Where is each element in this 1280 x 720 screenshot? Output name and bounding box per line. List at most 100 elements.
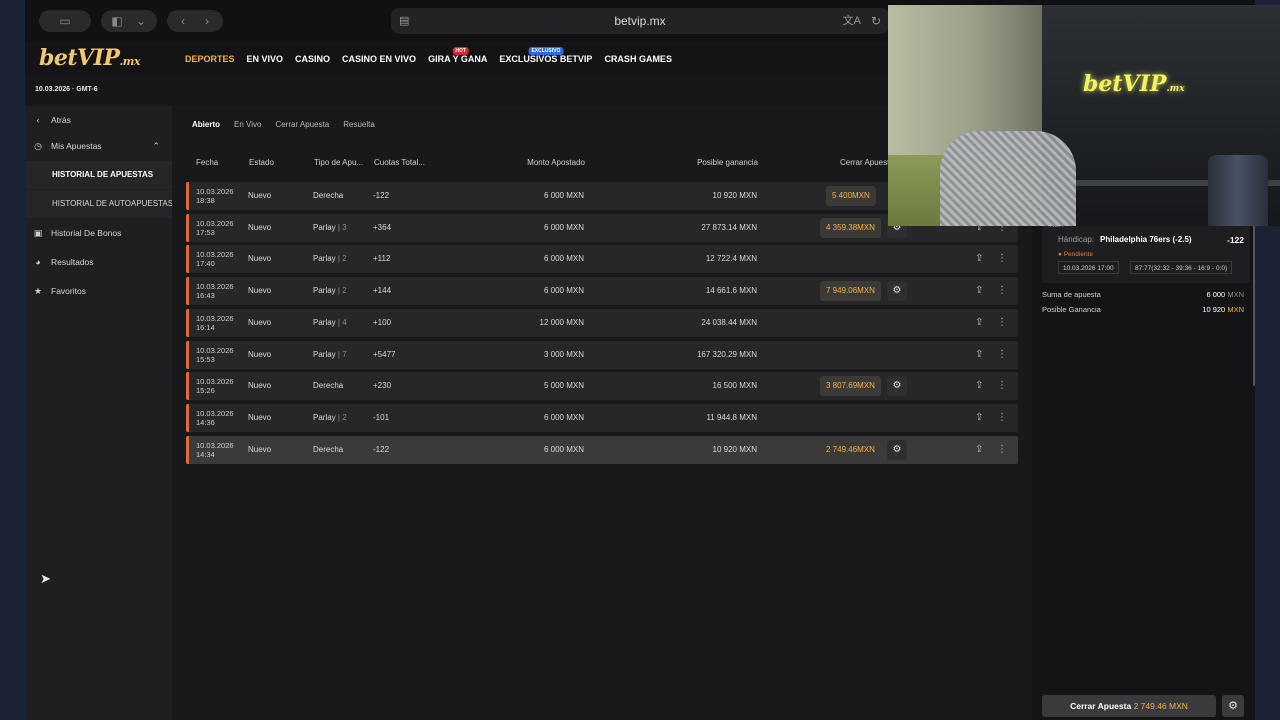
back-link[interactable]: ‹ Atrás bbox=[25, 106, 172, 134]
column-header-fecha[interactable]: Fecha bbox=[196, 158, 218, 167]
tab-overview-button[interactable]: ◧ ⌄ bbox=[101, 10, 157, 32]
table-row[interactable]: 10.03.2026 14:34 Nuevo Derecha -122 6 000 MXN… bbox=[186, 435, 1018, 464]
nav-gira-y-gana[interactable]: GIRA Y GANA HOT bbox=[428, 47, 487, 64]
bet-datetime: 10.03.2026 16:14 bbox=[196, 314, 234, 342]
sidebar-item-historial-autoapuestas[interactable]: HISTORIAL DE AUTOAPUESTAS bbox=[25, 190, 172, 218]
sidebar-toggle-button[interactable]: ▭ bbox=[39, 10, 91, 32]
more-options-icon[interactable]: ⋮ bbox=[997, 404, 1007, 432]
tab-cerrar-apuesta[interactable]: Cerrar Apuesta bbox=[275, 120, 329, 129]
bet-type-label: Parlay bbox=[313, 286, 336, 296]
nav-exclusivos[interactable]: EXCLUSIVOS BETVIP EXCLUSIVO bbox=[499, 47, 592, 64]
address-bar[interactable]: ▤ betvip.mx 文A ↻ bbox=[391, 8, 889, 34]
site-logo[interactable]: betVIP.mx bbox=[39, 45, 140, 71]
share-icon[interactable]: ⇪ bbox=[975, 372, 983, 400]
nav-crash-games[interactable]: CRASH GAMES bbox=[604, 54, 672, 64]
bet-status: Nuevo bbox=[248, 349, 272, 359]
more-options-icon[interactable]: ⋮ bbox=[997, 436, 1007, 464]
chevron-down-icon: ⌄ bbox=[135, 14, 147, 28]
cash-out-button[interactable]: 5 400MXN bbox=[826, 186, 876, 206]
cash-out-settings-button[interactable]: ⚙ bbox=[887, 376, 907, 397]
bet-datetime: 10.03.2026 17:53 bbox=[196, 219, 234, 247]
more-options-icon[interactable]: ⋮ bbox=[997, 277, 1007, 305]
bet-type-label: Parlay bbox=[313, 412, 336, 422]
webcam-neon-sign: betVIP.mx bbox=[1083, 71, 1184, 97]
bet-legs: 7 bbox=[342, 349, 347, 359]
bet-potential-win: 14 661.6 MXN bbox=[705, 286, 757, 296]
share-icon[interactable]: ⇪ bbox=[975, 436, 983, 464]
more-options-icon[interactable]: ⋮ bbox=[997, 309, 1007, 337]
bet-date: 10.03.2026 bbox=[196, 250, 234, 260]
table-row[interactable]: 10.03.2026 15:26 Nuevo Derecha +230 5 000 MXN… bbox=[186, 372, 1018, 401]
column-header-cuotas[interactable]: Cuotas Total... bbox=[374, 158, 425, 167]
close-bet-settings-button[interactable]: ⚙ bbox=[1222, 695, 1244, 717]
column-header-monto[interactable]: Monto Apostado bbox=[502, 158, 585, 167]
table-row[interactable]: 10.03.2026 17:40 Nuevo Parlay | 2 +112 6 000 … bbox=[186, 245, 1018, 274]
column-header-cerrar[interactable]: Cerrar Apuest bbox=[840, 158, 889, 167]
bet-stake: 12 000 MXN bbox=[539, 317, 584, 327]
bet-stake: 6 000 MXN bbox=[543, 412, 584, 422]
sidebar-item-favoritos[interactable]: ★ Favoritos bbox=[25, 277, 172, 305]
cash-out-button[interactable]: 4 359.38MXN bbox=[820, 217, 881, 238]
table-row[interactable]: 10.03.2026 16:14 Nuevo Parlay | 4 +100 12 000… bbox=[186, 308, 1018, 337]
share-icon[interactable]: ⇪ bbox=[975, 404, 983, 432]
forward-icon[interactable]: › bbox=[197, 10, 217, 32]
stake-label: Suma de apuesta bbox=[1042, 290, 1101, 299]
bet-potential-win: 11 944.8 MXN bbox=[706, 412, 757, 422]
chevron-up-icon: ⌃ bbox=[152, 140, 160, 151]
cash-out-settings-button[interactable]: ⚙ bbox=[887, 281, 907, 302]
share-icon[interactable]: ⇪ bbox=[975, 245, 983, 273]
cash-out-settings-button[interactable]: ⚙ bbox=[887, 439, 907, 460]
logo-tld: .mx bbox=[119, 55, 140, 68]
more-options-icon[interactable]: ⋮ bbox=[997, 341, 1007, 369]
tab-en-vivo[interactable]: En Vivo bbox=[234, 120, 261, 129]
share-icon[interactable]: ⇪ bbox=[975, 341, 983, 369]
mis-apuestas-label: Mis Apuestas bbox=[51, 141, 102, 151]
bet-status: Nuevo bbox=[248, 412, 272, 422]
bet-slip-card: NBA Hándicap: Philadelphia 76ers (-2.5) … bbox=[1042, 218, 1250, 283]
back-icon[interactable]: ‹ bbox=[173, 10, 193, 32]
share-icon[interactable]: ⇪ bbox=[975, 277, 983, 305]
bet-datetime: 10.03.2026 16:43 bbox=[196, 282, 234, 310]
close-bet-button[interactable]: Cerrar Apuesta 2 749.46 MXN bbox=[1042, 695, 1216, 717]
more-options-icon[interactable]: ⋮ bbox=[997, 372, 1007, 400]
table-row[interactable]: 10.03.2026 15:53 Nuevo Parlay | 7 +5477 3 000… bbox=[186, 340, 1018, 369]
date-timezone: 10.03.2026 · GMT-6 bbox=[35, 86, 98, 93]
nav-deportes[interactable]: DEPORTES bbox=[185, 54, 235, 64]
cash-out-button[interactable]: 2 749.46MXN bbox=[820, 439, 881, 460]
bet-datetime: 10.03.2026 15:26 bbox=[196, 377, 234, 405]
sidebar-item-historial-apuestas[interactable]: HISTORIAL DE APUESTAS bbox=[25, 161, 172, 189]
bet-potential-win: 27 873.14 MXN bbox=[701, 222, 757, 232]
sidebar-item-resultados[interactable]: ◕ Resultados bbox=[25, 248, 172, 276]
cash-out-button[interactable]: 3 807.69MXN bbox=[820, 376, 881, 397]
translate-icon[interactable]: 文A bbox=[843, 8, 861, 34]
share-icon[interactable]: ⇪ bbox=[975, 309, 983, 337]
tab-resuelta[interactable]: Resuelta bbox=[343, 120, 375, 129]
more-options-icon[interactable]: ⋮ bbox=[997, 245, 1007, 273]
bet-stake: 6 000 MXN bbox=[543, 444, 584, 454]
bet-time: 14:36 bbox=[196, 417, 215, 427]
nav-en-vivo[interactable]: EN VIVO bbox=[247, 54, 284, 64]
url-text[interactable]: betvip.mx bbox=[391, 8, 889, 34]
bet-time: 16:14 bbox=[196, 322, 215, 332]
clock-icon: ◷ bbox=[34, 140, 42, 151]
stake-value: 6 000 MXN bbox=[1206, 290, 1244, 299]
reload-icon[interactable]: ↻ bbox=[871, 8, 881, 34]
potential-win-summary: Posible Ganancia 10 920 MXN bbox=[1042, 305, 1244, 314]
tab-abierto[interactable]: Abierto bbox=[192, 120, 220, 129]
bet-odds: +100 bbox=[373, 317, 392, 327]
sidebar-item-historial-bonos[interactable]: ▣ Historial De Bonos bbox=[25, 219, 172, 247]
column-header-tipo[interactable]: Tipo de Apu... bbox=[314, 158, 363, 167]
nav-casino[interactable]: CASINO bbox=[295, 54, 330, 64]
bet-type-label: Derecha bbox=[313, 191, 344, 200]
table-row[interactable]: 10.03.2026 14:36 Nuevo Parlay | 2 -101 6 000 … bbox=[186, 403, 1018, 432]
column-header-ganancia[interactable]: Posible ganancia bbox=[662, 158, 758, 167]
scrollbar[interactable] bbox=[1253, 221, 1255, 386]
sidebar-item-mis-apuestas[interactable]: ◷ Mis Apuestas ⌃ bbox=[25, 132, 172, 160]
table-row[interactable]: 10.03.2026 16:43 Nuevo Parlay | 2 +144 6 000 … bbox=[186, 277, 1018, 306]
column-header-estado[interactable]: Estado bbox=[249, 158, 274, 167]
webcam-overlay: betVIP.mx bbox=[888, 5, 1280, 226]
cash-out-button[interactable]: 7 949.06MXN bbox=[820, 281, 881, 302]
bet-type: Parlay | 2 bbox=[313, 245, 347, 273]
nav-casino-en-vivo[interactable]: CASINO EN VIVO bbox=[342, 54, 416, 64]
close-bet-amount: 2 749.46 MXN bbox=[1133, 701, 1188, 711]
